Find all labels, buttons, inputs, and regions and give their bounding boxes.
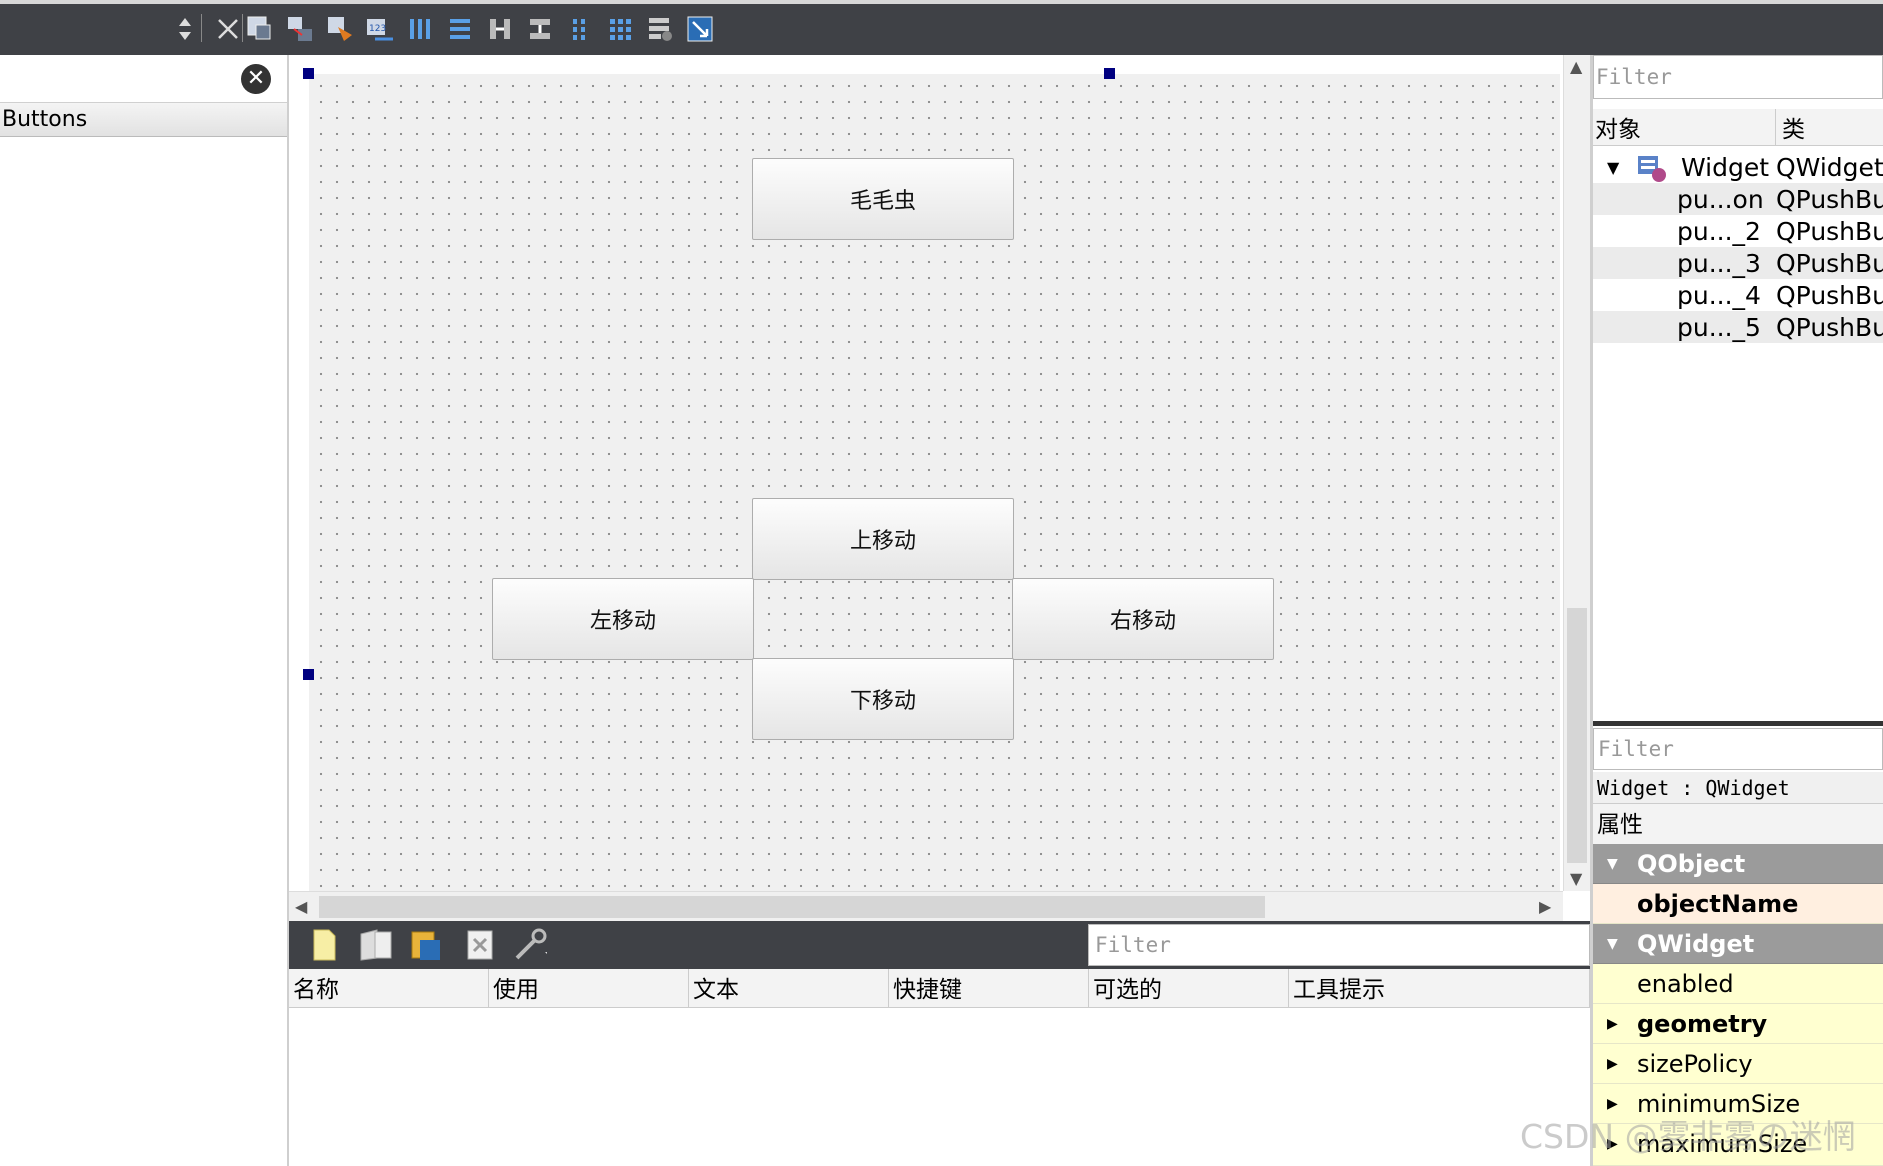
tree-row-child[interactable]: pu..._4 QPushButton xyxy=(1593,279,1883,311)
column-header-shortcut[interactable]: 快捷键 xyxy=(889,969,1089,1008)
layout-vertical-icon[interactable] xyxy=(443,12,477,46)
clear-icon[interactable]: ✕ xyxy=(241,64,271,94)
move-up-button[interactable]: 上移动 xyxy=(752,498,1014,580)
action-table-body xyxy=(289,1008,1590,1166)
tree-row-widget[interactable]: ▼ Widget QWidget xyxy=(1593,151,1883,183)
edit-tab-order-icon[interactable]: 123 xyxy=(363,12,397,46)
canvas-vertical-scrollbar[interactable]: ▲ ▼ xyxy=(1563,55,1590,891)
property-group-label: QObject xyxy=(1637,850,1746,878)
action-filter-input[interactable]: Filter xyxy=(1088,924,1590,966)
column-header-used[interactable]: 使用 xyxy=(489,969,689,1008)
edit-buddies-icon[interactable] xyxy=(323,12,357,46)
sort-icon[interactable] xyxy=(168,12,202,46)
widget-box-search[interactable]: ✕ xyxy=(0,55,288,103)
break-layout-icon[interactable] xyxy=(643,12,677,46)
resize-handle-top-left[interactable] xyxy=(303,68,314,79)
close-icon[interactable] xyxy=(211,12,245,46)
property-object-label: Widget : QWidget xyxy=(1593,772,1883,804)
object-class: QWidget xyxy=(1776,153,1883,182)
paste-action-icon[interactable] xyxy=(409,928,443,962)
object-class: QPushButton xyxy=(1776,313,1883,342)
configure-action-icon[interactable] xyxy=(513,928,547,962)
object-inspector-header: 对象 类 xyxy=(1593,109,1883,151)
adjust-size-icon[interactable] xyxy=(683,12,717,46)
scroll-left-icon[interactable]: ◀ xyxy=(295,897,307,916)
object-name: pu..._4 xyxy=(1677,281,1761,310)
layout-form-icon[interactable] xyxy=(563,12,597,46)
collapse-arrow-icon[interactable]: ▼ xyxy=(1607,924,1618,964)
scroll-right-icon[interactable]: ▶ xyxy=(1539,897,1551,916)
column-header-name[interactable]: 名称 xyxy=(289,969,489,1008)
object-class: QPushButton xyxy=(1776,185,1883,214)
property-object-name[interactable]: objectName xyxy=(1593,884,1883,924)
tree-row-child[interactable]: pu..._3 QPushButton xyxy=(1593,247,1883,279)
panel-separator[interactable] xyxy=(1593,721,1883,726)
collapse-arrow-icon[interactable]: ▼ xyxy=(1607,151,1619,185)
object-name: pu..._3 xyxy=(1677,249,1761,278)
form-widget[interactable]: 毛毛虫 上移动 左移动 右移动 下移动 xyxy=(309,74,1560,891)
expand-arrow-icon[interactable]: ▶ xyxy=(1607,1044,1618,1084)
property-label: enabled xyxy=(1637,970,1734,998)
scroll-up-icon[interactable]: ▲ xyxy=(1570,57,1582,76)
move-left-button[interactable]: 左移动 xyxy=(492,578,754,660)
object-class: QPushButton xyxy=(1776,281,1883,310)
scroll-down-icon[interactable]: ▼ xyxy=(1570,869,1582,888)
object-name: pu..._5 xyxy=(1677,313,1761,342)
action-table-header: 名称 使用 文本 快捷键 可选的 工具提示 xyxy=(289,969,1590,1008)
object-class: QPushButton xyxy=(1776,249,1883,278)
expand-arrow-icon[interactable]: ▶ xyxy=(1607,1004,1618,1044)
property-label: objectName xyxy=(1637,890,1799,918)
layout-grid-icon[interactable] xyxy=(603,12,637,46)
column-header-object[interactable]: 对象 xyxy=(1595,109,1641,151)
property-filter-input[interactable]: Filter xyxy=(1593,728,1883,770)
resize-handle-top-middle[interactable] xyxy=(1104,68,1115,79)
delete-action-icon[interactable] xyxy=(463,928,497,962)
tree-row-child[interactable]: pu..._2 QPushButton xyxy=(1593,215,1883,247)
column-header-text[interactable]: 文本 xyxy=(689,969,889,1008)
property-label: sizePolicy xyxy=(1637,1050,1753,1078)
splitter-vertical-icon[interactable] xyxy=(523,12,557,46)
canvas-horizontal-scrollbar[interactable]: ◀ ▶ xyxy=(289,891,1563,921)
widget-category-buttons[interactable]: Buttons xyxy=(0,103,288,137)
property-group-qwidget[interactable]: ▼ QWidget xyxy=(1593,924,1883,964)
property-size-policy[interactable]: ▶ sizePolicy xyxy=(1593,1044,1883,1084)
object-name: pu...on xyxy=(1677,185,1764,214)
splitter-horizontal-icon[interactable] xyxy=(483,12,517,46)
edit-widgets-icon[interactable] xyxy=(243,12,277,46)
svg-text:123: 123 xyxy=(369,24,386,34)
watermark: CSDN @雾非雾の迷惘 xyxy=(1520,1117,1856,1156)
edit-signals-icon[interactable] xyxy=(283,12,317,46)
copy-action-icon[interactable] xyxy=(359,928,393,962)
property-header[interactable]: 属性 xyxy=(1593,804,1883,844)
property-enabled[interactable]: enabled xyxy=(1593,964,1883,1004)
object-filter-input[interactable]: Filter xyxy=(1593,55,1883,99)
caterpillar-button[interactable]: 毛毛虫 xyxy=(752,158,1014,240)
collapse-arrow-icon[interactable]: ▼ xyxy=(1607,844,1618,884)
column-header-class[interactable]: 类 xyxy=(1775,109,1805,151)
vertical-scroll-thumb[interactable] xyxy=(1567,608,1587,863)
column-header-tooltip[interactable]: 工具提示 xyxy=(1289,969,1590,1008)
tree-row-child[interactable]: pu...on QPushButton xyxy=(1593,183,1883,215)
property-group-label: QWidget xyxy=(1637,930,1755,958)
object-name: Widget xyxy=(1681,153,1770,182)
property-geometry[interactable]: ▶ geometry xyxy=(1593,1004,1883,1044)
tree-row-child[interactable]: pu..._5 QPushButton xyxy=(1593,311,1883,343)
object-class: QPushButton xyxy=(1776,217,1883,246)
object-name: pu..._2 xyxy=(1677,217,1761,246)
new-action-icon[interactable] xyxy=(307,928,341,962)
move-right-button[interactable]: 右移动 xyxy=(1012,578,1274,660)
property-group-qobject[interactable]: ▼ QObject xyxy=(1593,844,1883,884)
layout-horizontal-icon[interactable] xyxy=(403,12,437,46)
widget-box-list xyxy=(0,137,288,1166)
move-down-button[interactable]: 下移动 xyxy=(752,658,1014,740)
property-label: geometry xyxy=(1637,1010,1768,1038)
resize-handle-middle-left[interactable] xyxy=(303,669,314,680)
designer-toolbar: 123 xyxy=(0,0,1883,55)
horizontal-scroll-thumb[interactable] xyxy=(319,896,1265,918)
column-header-checkable[interactable]: 可选的 xyxy=(1089,969,1289,1008)
